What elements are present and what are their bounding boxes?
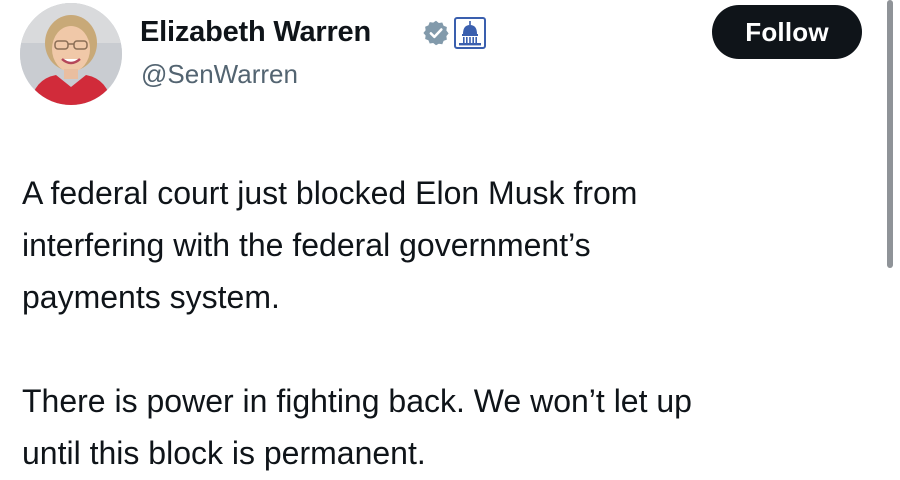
verified-badge-icon[interactable] bbox=[422, 19, 450, 47]
scrollbar-thumb[interactable] bbox=[887, 0, 893, 268]
author-display-name[interactable]: Elizabeth Warren bbox=[140, 14, 371, 50]
capitol-dome-icon[interactable] bbox=[454, 17, 486, 49]
avatar[interactable] bbox=[20, 3, 122, 105]
tweet-paragraph: There is power in fighting back. We won’… bbox=[22, 383, 692, 471]
avatar-image bbox=[20, 3, 122, 105]
tweet-paragraph: A federal court just blocked Elon Musk f… bbox=[22, 175, 638, 315]
tweet-text: A federal court just blocked Elon Musk f… bbox=[22, 167, 872, 479]
author-handle[interactable]: @SenWarren bbox=[141, 58, 298, 90]
author-badges bbox=[422, 17, 486, 49]
follow-button[interactable]: Follow bbox=[712, 5, 862, 59]
